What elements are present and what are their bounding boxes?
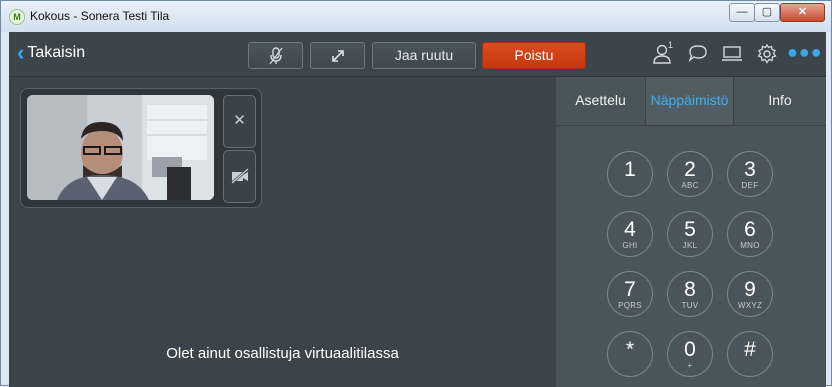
key-digit: 5 <box>684 218 696 241</box>
participant-count-badge: 1 <box>668 40 674 50</box>
maximize-button[interactable]: ▢ <box>754 3 780 22</box>
dialpad-key-5[interactable]: 5 JKL <box>667 211 713 257</box>
self-view-panel: ✕ <box>20 88 262 208</box>
key-letters: ABC <box>681 181 699 190</box>
tab-info[interactable]: Info <box>734 77 826 125</box>
status-message: Olet ainut osallistuja virtuaalitilassa <box>166 345 399 362</box>
key-letters: + <box>687 361 693 370</box>
key-letters: MNO <box>740 241 760 250</box>
key-digit: 4 <box>624 218 636 241</box>
side-panel-tabs: Asettelu Näppäimistö Info <box>556 77 826 126</box>
key-letters: JKL <box>682 241 698 250</box>
screen-layout-button[interactable] <box>720 43 744 67</box>
dialpad-key-3[interactable]: 3 DEF <box>727 151 773 197</box>
video-area: ✕ Olet ainut osallistuja virtuaalitilass… <box>9 77 556 387</box>
key-digit: * <box>625 338 635 361</box>
chevron-left-icon: ‹ <box>17 40 25 65</box>
key-digit: 3 <box>744 158 756 181</box>
dialpad-key-hash[interactable]: # <box>727 331 773 377</box>
fullscreen-button[interactable] <box>310 42 365 69</box>
key-digit: 2 <box>684 158 696 181</box>
app-logo-icon: M <box>9 9 25 25</box>
screen-icon <box>722 46 742 61</box>
key-letters: DEF <box>741 181 759 190</box>
key-digit: 9 <box>744 278 756 301</box>
key-digit: 6 <box>744 218 756 241</box>
chat-button[interactable] <box>686 43 710 67</box>
expand-icon <box>331 50 344 62</box>
meeting-app: ‹ Takaisin Jaa ruutu Poistu 1 ●●● ✕ Olet… <box>9 32 826 387</box>
chat-icon <box>688 45 707 62</box>
dialpad-key-8[interactable]: 8 TUV <box>667 271 713 317</box>
close-window-button[interactable]: ✕ <box>780 3 825 22</box>
toolbar: ‹ Takaisin Jaa ruutu Poistu 1 ●●● <box>9 32 826 77</box>
dialpad-key-9[interactable]: 9 WXYZ <box>727 271 773 317</box>
gear-icon <box>757 43 777 64</box>
tab-layout[interactable]: Asettelu <box>556 77 646 125</box>
settings-button[interactable] <box>755 43 779 67</box>
dialpad-key-6[interactable]: 6 MNO <box>727 211 773 257</box>
dialpad-key-star[interactable]: * <box>607 331 653 377</box>
mute-microphone-button[interactable] <box>248 42 303 69</box>
dialpad-key-7[interactable]: 7 PQRS <box>607 271 653 317</box>
key-digit: # <box>744 338 756 361</box>
key-letters: TUV <box>681 301 699 310</box>
share-screen-button[interactable]: Jaa ruutu <box>372 42 476 69</box>
dialpad-key-1[interactable]: 1 <box>607 151 653 197</box>
self-video-feed <box>27 95 214 200</box>
more-icon: ●●● <box>787 42 823 62</box>
participants-button[interactable]: 1 <box>650 40 674 67</box>
key-letters: PQRS <box>618 301 642 310</box>
leave-meeting-button[interactable]: Poistu <box>482 42 586 69</box>
toggle-camera-button[interactable] <box>223 150 256 203</box>
more-options-button[interactable]: ●●● <box>787 43 822 67</box>
key-letters: GHI <box>622 241 638 250</box>
close-icon: ✕ <box>233 112 246 129</box>
app-window: M Kokous - Sonera Testi Tila — ▢ ✕ ‹ Tak… <box>0 0 832 387</box>
dialpad-key-4[interactable]: 4 GHI <box>607 211 653 257</box>
close-self-view-button[interactable]: ✕ <box>223 95 256 148</box>
key-digit: 0 <box>684 338 696 361</box>
back-button[interactable]: ‹ Takaisin <box>17 40 86 65</box>
tab-keypad[interactable]: Näppäimistö <box>646 77 734 125</box>
minimize-button[interactable]: — <box>729 3 755 22</box>
dialpad-key-2[interactable]: 2 ABC <box>667 151 713 197</box>
key-letters: WXYZ <box>737 301 763 310</box>
camera-off-icon <box>230 168 249 184</box>
dialpad-key-0[interactable]: 0 + <box>667 331 713 377</box>
back-label: Takaisin <box>27 44 86 61</box>
key-digit: 7 <box>624 278 636 301</box>
key-digit: 8 <box>684 278 696 301</box>
camera-feed-image <box>27 95 214 200</box>
key-digit: 1 <box>624 158 636 181</box>
title-bar: M Kokous - Sonera Testi Tila — ▢ ✕ <box>1 1 831 32</box>
mic-icon <box>269 47 282 65</box>
window-title: Kokous - Sonera Testi Tila <box>30 9 170 23</box>
side-panel: Asettelu Näppäimistö Info 1 2 ABC 3 DEF 4G… <box>556 77 826 387</box>
